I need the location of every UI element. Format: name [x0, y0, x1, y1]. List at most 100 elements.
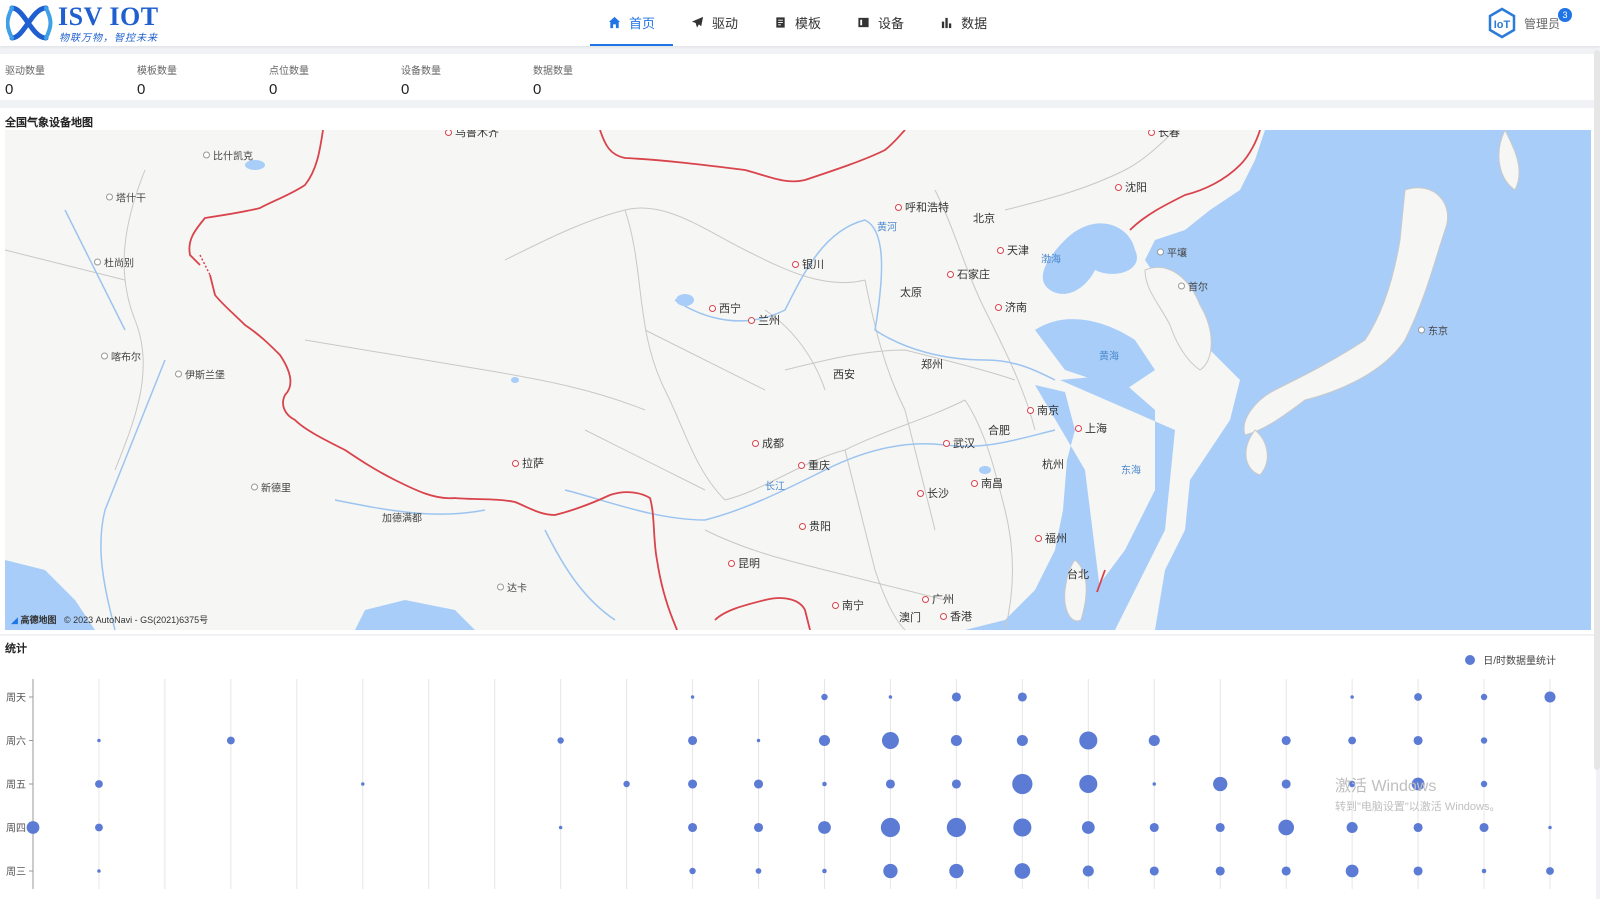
data-point[interactable]	[1413, 866, 1423, 876]
data-point[interactable]	[1480, 737, 1488, 744]
data-point[interactable]	[1148, 734, 1160, 747]
data-point[interactable]	[951, 692, 961, 702]
nav-item-device[interactable]: 设备	[839, 0, 922, 44]
map-foreign-city[interactable]: 塔什干	[106, 190, 146, 205]
map-city[interactable]: 郑州	[921, 356, 943, 372]
data-point[interactable]	[1016, 734, 1028, 747]
data-point[interactable]	[97, 738, 101, 743]
data-point[interactable]	[755, 868, 762, 874]
data-point[interactable]	[1480, 693, 1488, 701]
data-point[interactable]	[95, 823, 103, 832]
data-point[interactable]	[1548, 825, 1552, 830]
nav-item-data[interactable]: 数据	[922, 0, 1005, 44]
map-city[interactable]: 南京	[1027, 402, 1059, 418]
data-point[interactable]	[689, 867, 696, 875]
map-city[interactable]: 天津	[997, 242, 1029, 258]
data-point[interactable]	[1081, 821, 1095, 834]
data-point[interactable]	[1012, 773, 1033, 795]
map-city[interactable]: 合肥	[988, 422, 1010, 438]
data-point[interactable]	[1017, 692, 1027, 702]
data-point[interactable]	[1413, 822, 1423, 833]
data-point[interactable]	[1082, 865, 1094, 877]
data-point[interactable]	[1481, 868, 1487, 874]
map-city[interactable]: 成都	[752, 435, 784, 451]
map-city[interactable]: 长沙	[917, 485, 949, 501]
map-foreign-city[interactable]: 达卡	[497, 580, 527, 595]
data-point[interactable]	[1152, 782, 1157, 786]
data-point[interactable]	[1013, 818, 1032, 837]
data-point[interactable]	[821, 693, 828, 701]
map-city[interactable]: 广州	[922, 591, 954, 607]
data-point[interactable]	[1079, 731, 1098, 750]
data-point[interactable]	[1479, 822, 1489, 833]
map-foreign-city[interactable]: 新德里	[251, 480, 291, 495]
app-logo[interactable]: ISV IOT 物联万物，智控未来	[6, 2, 166, 44]
data-point[interactable]	[95, 780, 103, 788]
data-point[interactable]	[822, 781, 827, 787]
data-point[interactable]	[558, 825, 563, 830]
data-point[interactable]	[688, 822, 698, 833]
data-point[interactable]	[623, 780, 630, 788]
data-point[interactable]	[1544, 691, 1556, 703]
data-point[interactable]	[688, 779, 698, 789]
data-point[interactable]	[1281, 779, 1291, 789]
map-city[interactable]: 台北	[1067, 566, 1089, 582]
map-foreign-city[interactable]: 东京	[1418, 323, 1448, 338]
nav-item-template[interactable]: 模板	[756, 0, 839, 44]
data-point[interactable]	[361, 782, 365, 786]
data-point[interactable]	[1345, 864, 1359, 878]
data-point[interactable]	[881, 732, 899, 749]
map-foreign-city[interactable]: 杜尚别	[94, 255, 134, 270]
data-point[interactable]	[690, 695, 695, 699]
data-point[interactable]	[1215, 866, 1225, 876]
data-point[interactable]	[688, 735, 698, 746]
data-point[interactable]	[880, 817, 901, 838]
data-point[interactable]	[1014, 863, 1031, 879]
data-point[interactable]	[1348, 736, 1357, 745]
map-city[interactable]: 香港	[940, 608, 972, 624]
map-city[interactable]: 西宁	[709, 300, 741, 316]
data-point[interactable]	[1213, 776, 1228, 792]
weather-device-map[interactable]: 乌鲁木齐 长春 沈阳 呼和浩特 北京 天津 石家庄 太原 银川 西宁 兰州 济南…	[5, 130, 1591, 630]
data-point[interactable]	[885, 779, 895, 789]
data-point[interactable]	[1346, 821, 1358, 834]
map-city[interactable]: 上海	[1075, 420, 1107, 436]
map-city[interactable]: 拉萨	[512, 455, 544, 471]
data-point[interactable]	[753, 822, 764, 833]
data-point[interactable]	[1149, 822, 1159, 833]
data-point[interactable]	[1281, 735, 1291, 746]
map-city[interactable]: 杭州	[1042, 456, 1064, 472]
data-point[interactable]	[1215, 822, 1225, 833]
map-foreign-city[interactable]: 首尔	[1178, 279, 1208, 294]
data-point[interactable]	[1546, 867, 1554, 875]
data-point[interactable]	[1278, 819, 1295, 836]
data-point[interactable]	[950, 734, 962, 747]
data-point[interactable]	[1413, 735, 1423, 746]
map-foreign-city[interactable]: 比什凯克	[203, 148, 253, 163]
nav-item-home[interactable]: 首页	[590, 0, 674, 46]
map-city[interactable]: 南昌	[971, 475, 1003, 491]
map-city[interactable]: 武汉	[943, 435, 975, 451]
map-city[interactable]: 北京	[973, 210, 995, 226]
map-city[interactable]: 兰州	[748, 312, 780, 328]
data-point[interactable]	[1350, 695, 1354, 699]
data-point[interactable]	[883, 863, 898, 879]
data-point[interactable]	[1414, 693, 1423, 701]
data-point[interactable]	[557, 737, 564, 744]
map-city[interactable]: 济南	[995, 299, 1027, 315]
map-city[interactable]: 西安	[833, 366, 855, 382]
data-point[interactable]	[756, 738, 761, 743]
data-point[interactable]	[946, 817, 966, 838]
map-city[interactable]: 沈阳	[1115, 179, 1147, 195]
map-foreign-city[interactable]: 平壤	[1157, 245, 1187, 260]
map-city[interactable]: 乌鲁木齐	[445, 130, 499, 140]
map-city[interactable]: 银川	[792, 256, 824, 272]
data-point[interactable]	[818, 734, 831, 747]
map-city[interactable]: 呼和浩特	[895, 199, 949, 215]
map-foreign-city[interactable]: 伊斯兰堡	[175, 367, 225, 382]
data-point[interactable]	[753, 779, 764, 789]
data-point[interactable]	[1149, 866, 1159, 876]
map-foreign-city[interactable]: 加德满都	[382, 510, 422, 525]
nav-item-driver[interactable]: 驱动	[673, 0, 756, 44]
data-point[interactable]	[1281, 866, 1291, 876]
